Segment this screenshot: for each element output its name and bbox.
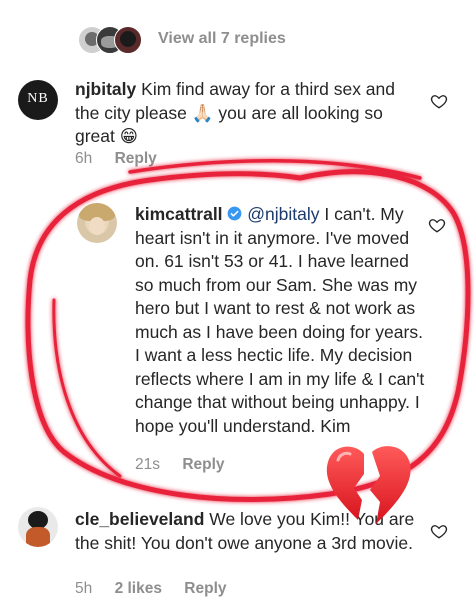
broken-heart-emoji	[326, 446, 411, 524]
